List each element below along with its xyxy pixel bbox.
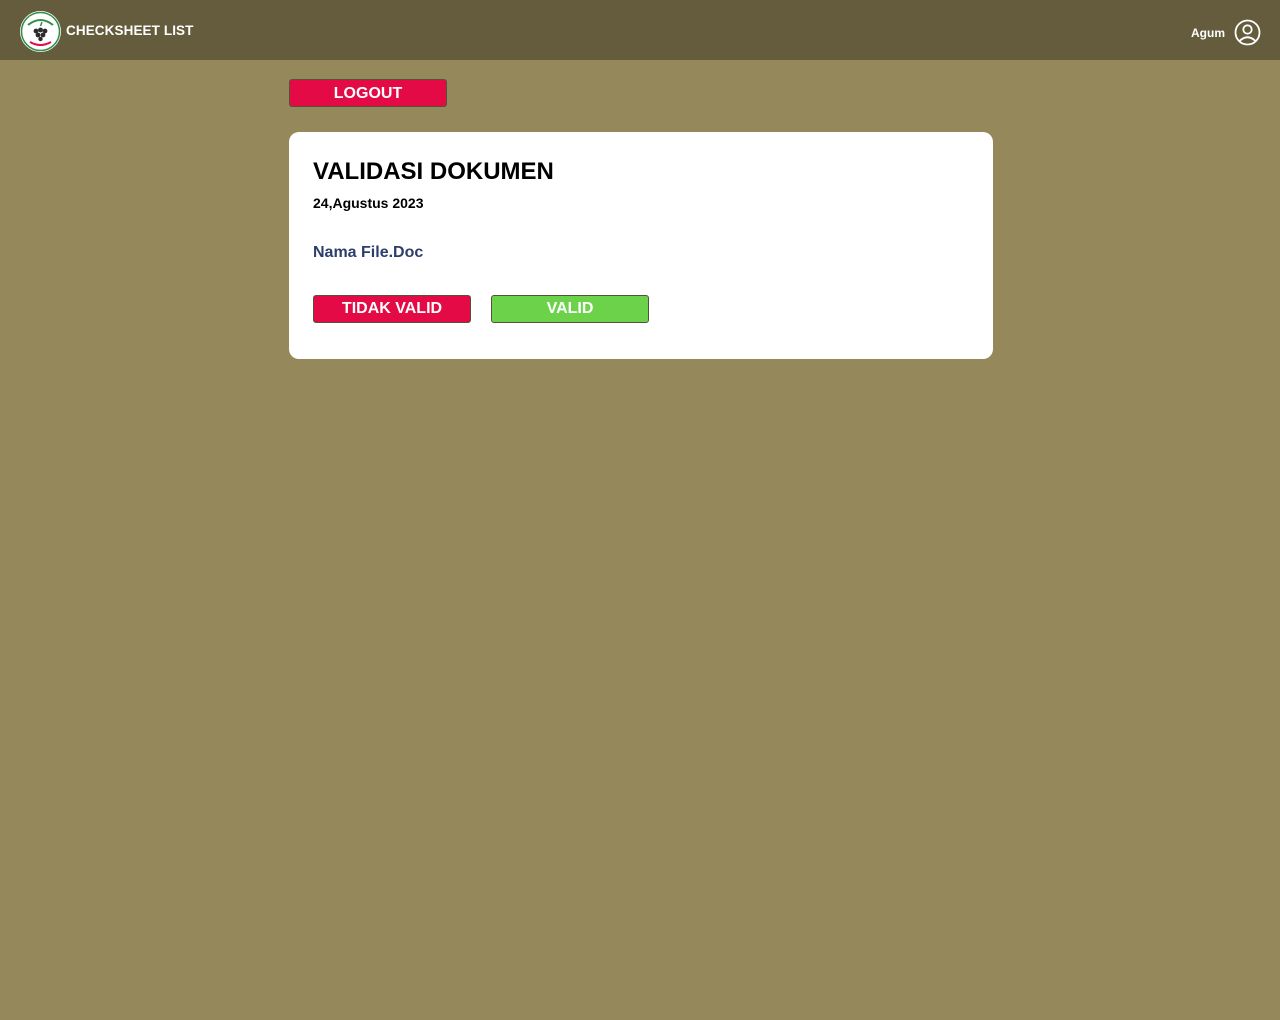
document-date: 24,Agustus 2023 <box>313 195 424 211</box>
user-circle-icon[interactable] <box>1234 19 1261 46</box>
top-bar: CHECKSHEET LIST Agum <box>0 0 1280 60</box>
valid-button[interactable]: VALID <box>491 295 649 323</box>
tidak-valid-button[interactable]: TIDAK VALID <box>313 295 471 323</box>
file-name-link[interactable]: Nama File.Doc <box>313 244 423 262</box>
user-name: Agum <box>1191 26 1225 40</box>
grape-logo-icon[interactable] <box>20 11 61 52</box>
page-title: CHECKSHEET LIST <box>66 23 194 38</box>
card-title: VALIDASI DOKUMEN <box>313 158 554 185</box>
document-validation-card: VALIDASI DOKUMEN 24,Agustus 2023 Nama Fi… <box>289 132 993 359</box>
logout-button[interactable]: LOGOUT <box>289 79 447 107</box>
